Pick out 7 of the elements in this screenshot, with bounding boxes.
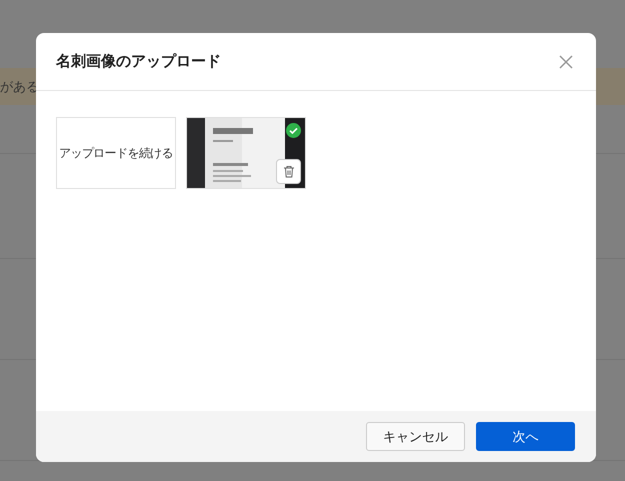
cancel-button[interactable]: キャンセル: [366, 422, 465, 451]
next-button[interactable]: 次へ: [476, 422, 575, 451]
delete-button[interactable]: [276, 159, 301, 184]
close-icon[interactable]: [559, 54, 573, 68]
continue-upload-button[interactable]: アップロードを続ける: [56, 117, 176, 189]
dialog-title: 名刺画像のアップロード: [56, 52, 221, 71]
trash-icon: [282, 165, 294, 178]
